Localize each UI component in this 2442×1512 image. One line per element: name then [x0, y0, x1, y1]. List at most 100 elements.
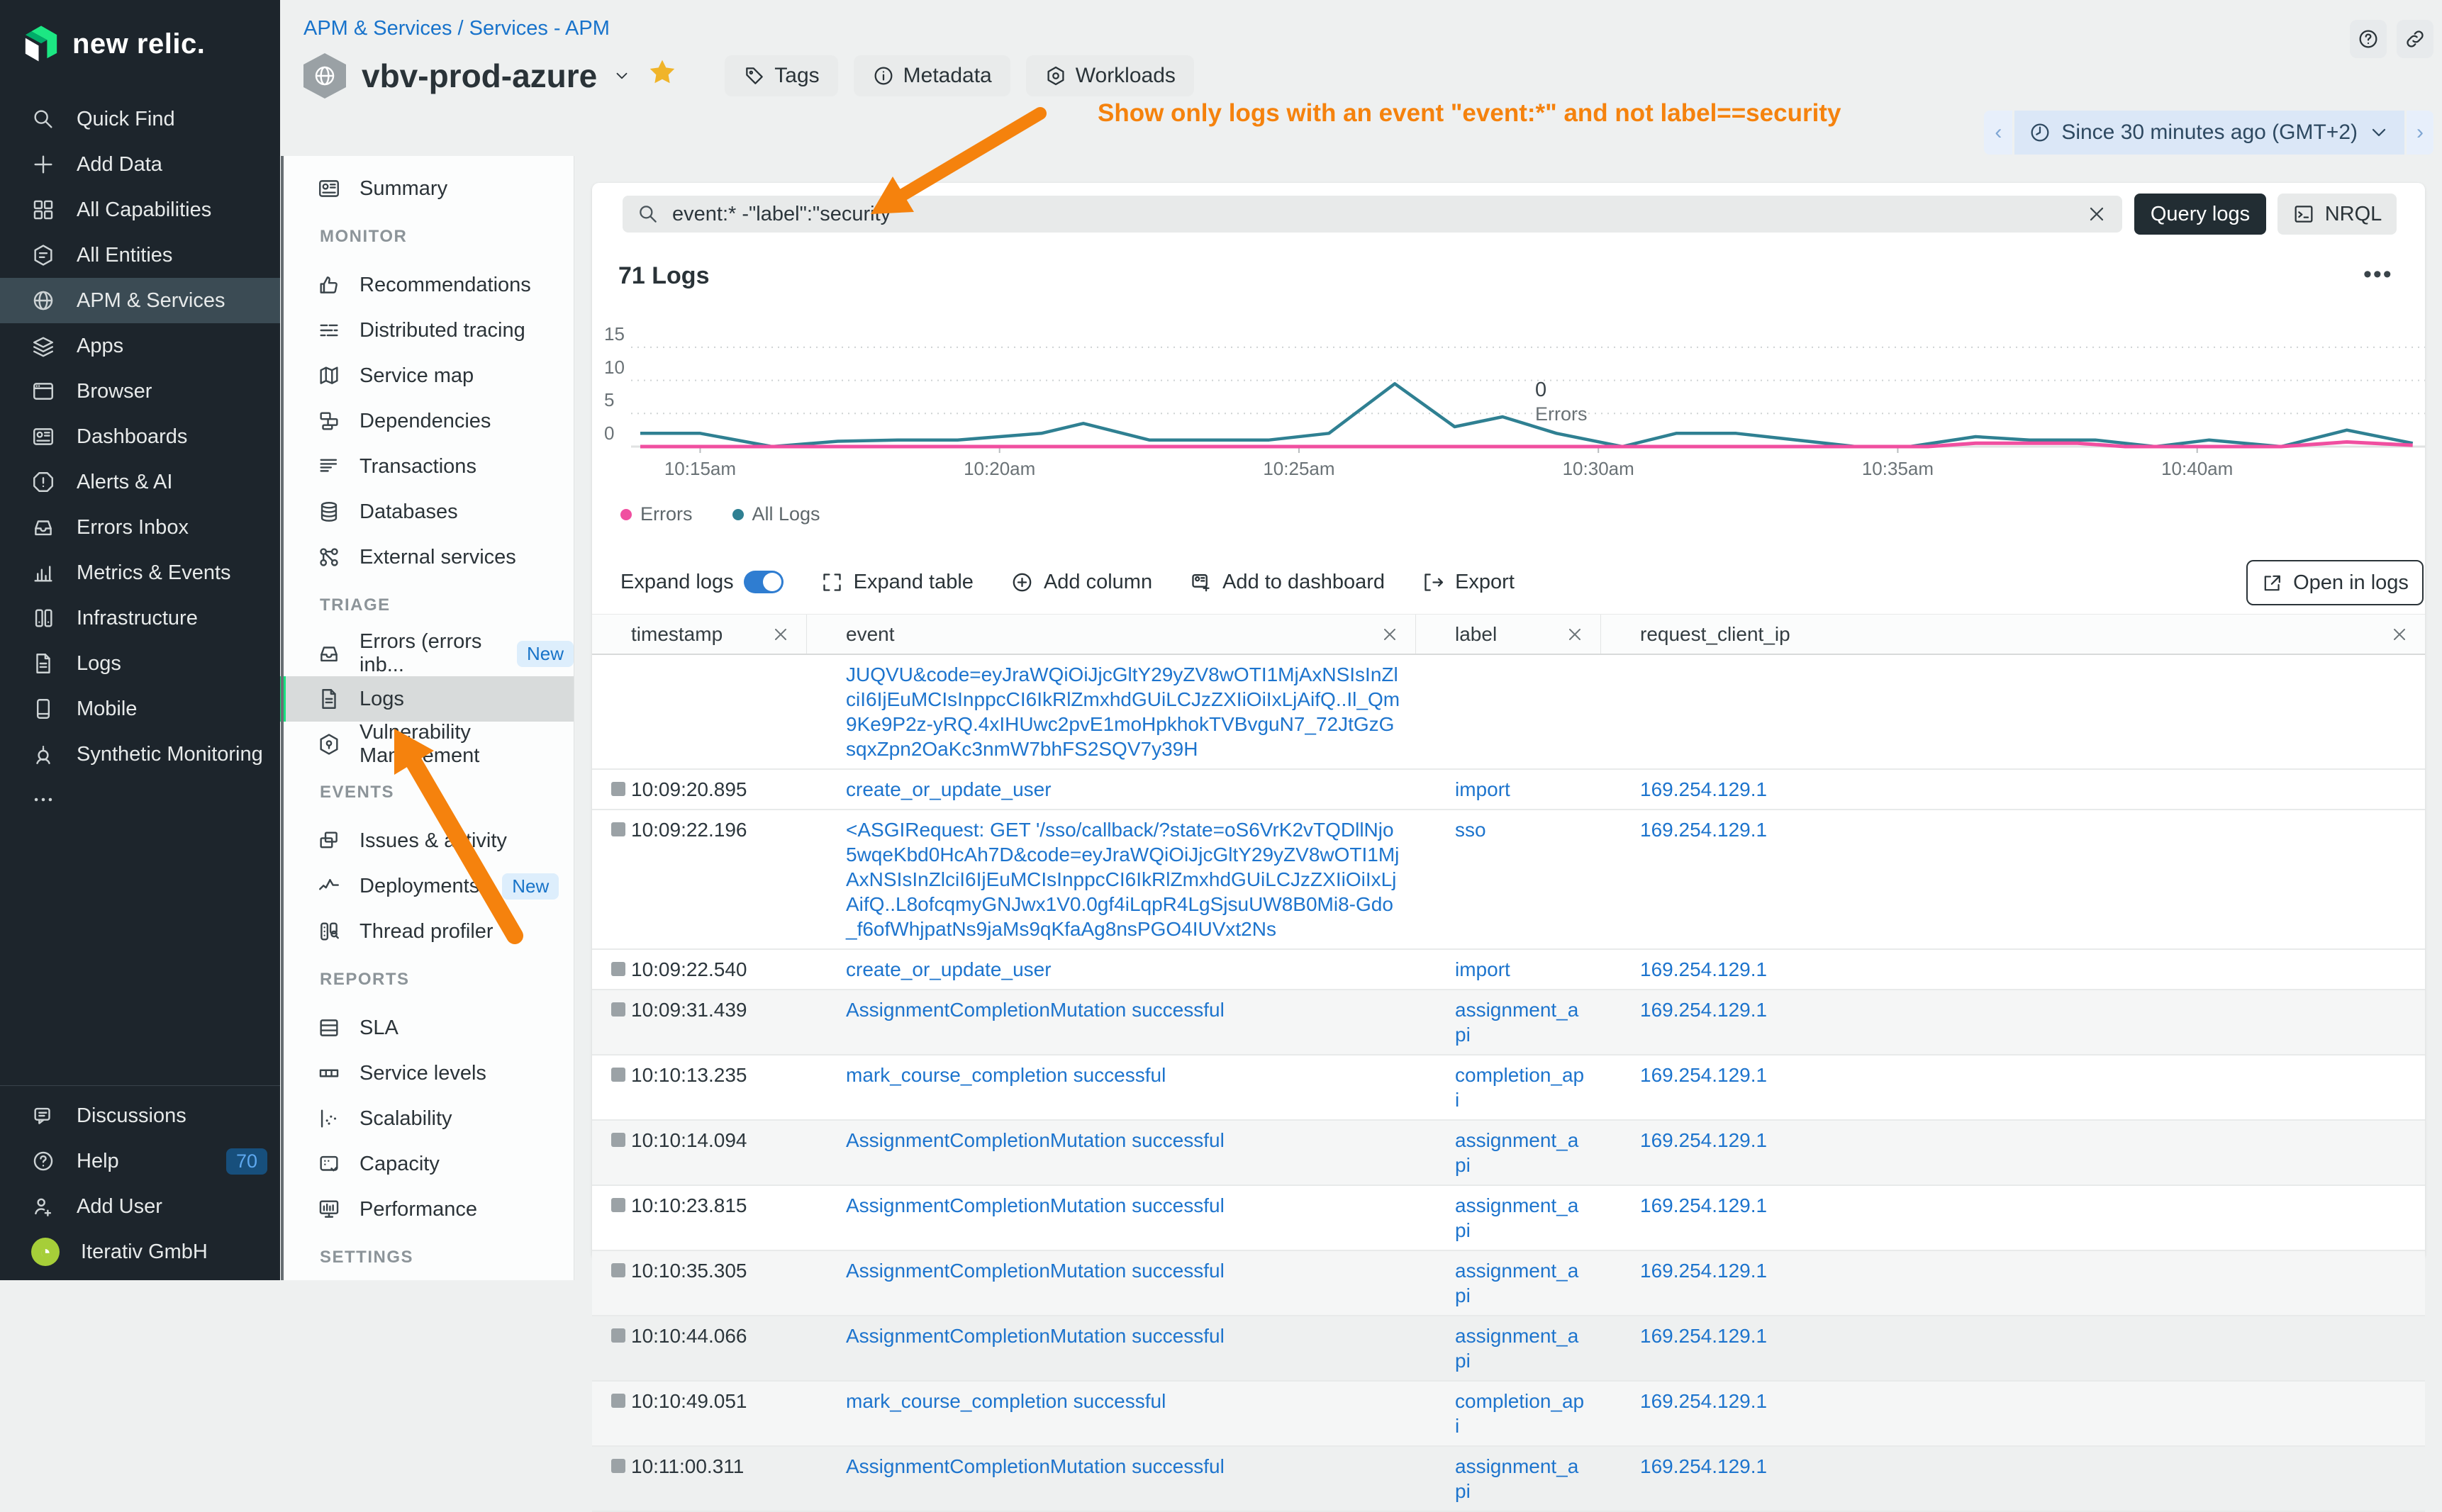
ip-link[interactable]: 169.254.129.1: [1640, 999, 1767, 1021]
sidebar-item-add-data[interactable]: Add Data: [0, 142, 280, 187]
label-link[interactable]: assignment_api: [1455, 999, 1578, 1046]
table-row[interactable]: JUQVU&code=eyJraWQiOiJjcGltY29yZV8wOTI1M…: [592, 655, 2425, 770]
query-logs-button[interactable]: Query logs: [2134, 194, 2266, 235]
help-button[interactable]: [2350, 20, 2387, 58]
ip-link[interactable]: 169.254.129.1: [1640, 958, 1767, 980]
row-marker[interactable]: [611, 782, 625, 796]
event-link[interactable]: create_or_update_user: [846, 778, 1052, 800]
ip-link[interactable]: 169.254.129.1: [1640, 1390, 1767, 1412]
event-link[interactable]: AssignmentCompletionMutation successful: [846, 999, 1225, 1021]
label-link[interactable]: sso: [1455, 819, 1486, 841]
time-range-button[interactable]: Since 30 minutes ago (GMT+2): [2014, 111, 2404, 155]
local-nav-item-dependencies[interactable]: Dependencies: [280, 398, 574, 444]
local-nav-item-deployments[interactable]: DeploymentsNew: [280, 863, 574, 909]
table-row[interactable]: 10:11:00.311AssignmentCompletionMutation…: [592, 1447, 2425, 1512]
event-link[interactable]: AssignmentCompletionMutation successful: [846, 1455, 1225, 1477]
sidebar-item-logs[interactable]: Logs: [0, 641, 280, 686]
label-link[interactable]: completion_api: [1455, 1390, 1584, 1437]
local-nav-item-thread-profiler[interactable]: Thread profiler: [280, 909, 574, 954]
event-link[interactable]: AssignmentCompletionMutation successful: [846, 1194, 1225, 1216]
sidebar-item-apps[interactable]: Apps: [0, 323, 280, 369]
sidebar-item-quick-find[interactable]: Quick Find: [0, 96, 280, 142]
event-link[interactable]: JUQVU&code=eyJraWQiOiJjcGltY29yZV8wOTI1M…: [846, 663, 1400, 760]
sidebar-item-synthetic-monitoring[interactable]: Synthetic Monitoring: [0, 732, 280, 777]
table-row[interactable]: 10:10:23.815AssignmentCompletionMutation…: [592, 1186, 2425, 1251]
row-marker[interactable]: [611, 1068, 625, 1082]
sidebar-item-metrics-events[interactable]: Metrics & Events: [0, 550, 280, 595]
local-nav-item-transactions[interactable]: Transactions: [280, 444, 574, 489]
row-marker[interactable]: [611, 1263, 625, 1277]
table-row[interactable]: 10:10:49.051mark_course_completion succe…: [592, 1382, 2425, 1447]
export-button[interactable]: Export: [1422, 571, 1515, 594]
row-marker[interactable]: [611, 1002, 625, 1017]
breadcrumb-services-apm[interactable]: Services - APM: [469, 17, 610, 40]
tags-button[interactable]: Tags: [725, 55, 837, 96]
label-link[interactable]: import: [1455, 958, 1510, 980]
sidebar-item-errors-inbox[interactable]: Errors Inbox: [0, 505, 280, 550]
column-header-event[interactable]: event: [807, 615, 1416, 654]
column-close-icon[interactable]: [2390, 625, 2409, 644]
open-in-logs-button[interactable]: Open in logs: [2246, 560, 2424, 605]
event-link[interactable]: AssignmentCompletionMutation successful: [846, 1129, 1225, 1151]
label-link[interactable]: assignment_api: [1455, 1194, 1578, 1241]
row-marker[interactable]: [611, 962, 625, 976]
sidebar-item-dashboards[interactable]: Dashboards: [0, 414, 280, 459]
ip-link[interactable]: 169.254.129.1: [1640, 819, 1767, 841]
sidebar-footer-help[interactable]: Help70: [0, 1138, 280, 1184]
table-row[interactable]: 10:09:22.540create_or_update_userimport1…: [592, 950, 2425, 990]
label-link[interactable]: assignment_api: [1455, 1325, 1578, 1372]
row-marker[interactable]: [611, 1198, 625, 1212]
event-link[interactable]: mark_course_completion successful: [846, 1064, 1166, 1086]
sidebar-footer-iterativ-gmbh[interactable]: ◔Iterativ GmbH: [0, 1229, 280, 1275]
row-marker[interactable]: [611, 1459, 625, 1473]
local-nav-item-issues-activity[interactable]: Issues & activity: [280, 818, 574, 863]
legend-all-logs[interactable]: All Logs: [732, 503, 820, 525]
table-row[interactable]: 10:09:31.439AssignmentCompletionMutation…: [592, 990, 2425, 1055]
expand-logs-toggle[interactable]: [744, 571, 784, 593]
time-prev-button[interactable]: ‹: [1984, 111, 2012, 155]
row-marker[interactable]: [611, 1133, 625, 1147]
column-header-timestamp[interactable]: timestamp: [592, 615, 807, 654]
sidebar-footer-discussions[interactable]: Discussions: [0, 1093, 280, 1138]
log-query-input[interactable]: [672, 203, 2073, 226]
table-row[interactable]: 10:09:20.895create_or_update_userimport1…: [592, 770, 2425, 810]
nrql-button[interactable]: NRQL: [2277, 194, 2397, 235]
sidebar-item-apm-services[interactable]: APM & Services: [0, 278, 280, 323]
copy-link-button[interactable]: [2397, 20, 2433, 58]
table-row[interactable]: 10:10:14.094AssignmentCompletionMutation…: [592, 1121, 2425, 1186]
local-nav-item-service-map[interactable]: Service map: [280, 353, 574, 398]
favorite-star-icon[interactable]: [647, 57, 678, 96]
local-nav-item-databases[interactable]: Databases: [280, 489, 574, 534]
expand-table-button[interactable]: Expand table: [820, 571, 974, 594]
row-marker[interactable]: [611, 1328, 625, 1343]
event-link[interactable]: create_or_update_user: [846, 958, 1052, 980]
local-nav-item-external-services[interactable]: External services: [280, 534, 574, 580]
local-nav-item-vulnerability-management[interactable]: Vulnerability Management: [280, 722, 574, 767]
table-row[interactable]: 10:10:13.235mark_course_completion succe…: [592, 1055, 2425, 1121]
sidebar-footer-add-user[interactable]: Add User: [0, 1184, 280, 1229]
local-nav-item-performance[interactable]: Performance: [280, 1187, 574, 1232]
event-link[interactable]: mark_course_completion successful: [846, 1390, 1166, 1412]
local-nav-item-recommendations[interactable]: Recommendations: [280, 262, 574, 308]
column-close-icon[interactable]: [1565, 625, 1585, 644]
row-marker[interactable]: [611, 822, 625, 836]
table-row[interactable]: 10:10:35.305AssignmentCompletionMutation…: [592, 1251, 2425, 1316]
local-nav-item-service-levels[interactable]: Service levels: [280, 1051, 574, 1096]
breadcrumb-apm-services[interactable]: APM & Services: [303, 17, 452, 40]
ip-link[interactable]: 169.254.129.1: [1640, 1194, 1767, 1216]
label-link[interactable]: import: [1455, 778, 1510, 800]
time-next-button[interactable]: ›: [2407, 111, 2433, 155]
log-search-bar[interactable]: [623, 196, 2122, 233]
add-to-dashboard-button[interactable]: Add to dashboard: [1189, 571, 1385, 594]
sidebar-item-browser[interactable]: Browser: [0, 369, 280, 414]
local-nav-item-errors-errors-inb-[interactable]: Errors (errors inb...New: [280, 631, 574, 676]
sidebar-item-more[interactable]: [0, 777, 280, 822]
column-header-request_client_ip[interactable]: request_client_ip: [1601, 615, 2425, 654]
ip-link[interactable]: 169.254.129.1: [1640, 1129, 1767, 1151]
chevron-down-icon[interactable]: [613, 67, 631, 85]
column-header-label[interactable]: label: [1416, 615, 1601, 654]
event-link[interactable]: AssignmentCompletionMutation successful: [846, 1260, 1225, 1282]
local-nav-scrollbar[interactable]: [281, 156, 284, 1280]
local-nav-item-summary[interactable]: Summary: [280, 166, 574, 211]
ip-link[interactable]: 169.254.129.1: [1640, 778, 1767, 800]
